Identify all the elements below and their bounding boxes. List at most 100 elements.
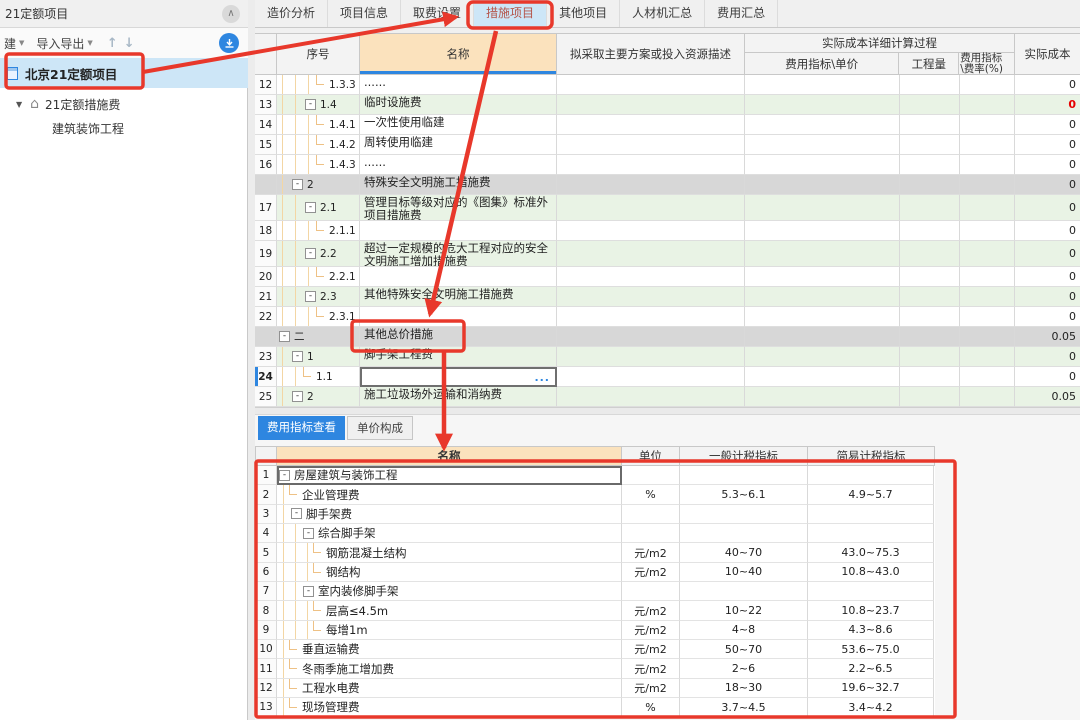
table-row[interactable]: 161.4.3......0 bbox=[255, 155, 1080, 175]
rate-cell[interactable] bbox=[960, 387, 1015, 407]
unit-cell[interactable] bbox=[622, 524, 680, 543]
actual-cost-cell[interactable]: 0 bbox=[1015, 135, 1080, 155]
collapse-toggle-icon[interactable]: - bbox=[292, 391, 303, 402]
table-row[interactable]: 23-1脚手架工程费0 bbox=[255, 347, 1080, 367]
name-cell[interactable]: -房屋建筑与装饰工程 bbox=[277, 466, 622, 485]
tab-measure-items[interactable]: 措施项目 bbox=[474, 0, 547, 27]
table-row[interactable]: 182.1.10 bbox=[255, 221, 1080, 241]
unit-price-cell[interactable] bbox=[745, 387, 900, 407]
name-cell[interactable]: ... bbox=[360, 367, 557, 387]
actual-cost-cell[interactable]: 0 bbox=[1015, 115, 1080, 135]
rate-cell[interactable] bbox=[960, 241, 1015, 267]
rate-cell[interactable] bbox=[960, 195, 1015, 221]
actual-cost-cell[interactable]: 0 bbox=[1015, 155, 1080, 175]
quantity-cell[interactable] bbox=[900, 307, 960, 327]
desc-cell[interactable] bbox=[557, 95, 745, 115]
general-tax-cell[interactable]: 3.7~4.5 bbox=[680, 698, 808, 717]
actual-cost-cell[interactable]: 0.05 bbox=[1015, 387, 1080, 407]
desc-cell[interactable] bbox=[557, 135, 745, 155]
desc-cell[interactable] bbox=[557, 175, 745, 195]
sidebar-item-measure-fee[interactable]: ▼ ⌂ 21定额措施费 bbox=[0, 92, 248, 116]
collapse-toggle-icon[interactable]: - bbox=[279, 470, 290, 481]
collapse-toggle-icon[interactable]: - bbox=[292, 179, 303, 190]
unit-cell[interactable]: 元/m2 bbox=[622, 563, 680, 582]
quantity-cell[interactable] bbox=[900, 387, 960, 407]
actual-cost-cell[interactable]: 0 bbox=[1015, 241, 1080, 267]
download-button[interactable] bbox=[219, 33, 239, 53]
quantity-cell[interactable] bbox=[900, 367, 960, 387]
quantity-cell[interactable] bbox=[900, 155, 960, 175]
quantity-cell[interactable] bbox=[900, 221, 960, 241]
actual-cost-cell[interactable]: 0 bbox=[1015, 175, 1080, 195]
table-row[interactable]: 17-2.1管理目标等级对应的《图集》标准外项目措施费0 bbox=[255, 195, 1080, 221]
general-tax-cell[interactable]: 2~6 bbox=[680, 659, 808, 678]
rate-cell[interactable] bbox=[960, 221, 1015, 241]
rate-cell[interactable] bbox=[960, 135, 1015, 155]
table-row[interactable]: 3-脚手架费 bbox=[256, 505, 935, 524]
collapse-toggle-icon[interactable]: - bbox=[292, 351, 303, 362]
name-cell[interactable]: -综合脚手架 bbox=[277, 524, 622, 543]
table-row[interactable]: 151.4.2周转使用临建0 bbox=[255, 135, 1080, 155]
desc-cell[interactable] bbox=[557, 241, 745, 267]
unit-price-cell[interactable] bbox=[745, 115, 900, 135]
name-cell[interactable]: 现场管理费 bbox=[277, 698, 622, 717]
triangle-down-icon[interactable]: ▼ bbox=[16, 100, 22, 109]
seq-cell[interactable]: 1.4.3 bbox=[277, 155, 360, 175]
unit-price-cell[interactable] bbox=[745, 307, 900, 327]
general-tax-cell[interactable] bbox=[680, 582, 808, 601]
unit-cell[interactable]: % bbox=[622, 485, 680, 504]
seq-cell[interactable]: 1.4.1 bbox=[277, 115, 360, 135]
seq-cell[interactable]: -2.2 bbox=[277, 241, 360, 267]
panel-splitter[interactable] bbox=[255, 407, 1080, 415]
actual-cost-cell[interactable]: 0 bbox=[1015, 195, 1080, 221]
table-row[interactable]: 13-1.4临时设施费0 bbox=[255, 95, 1080, 115]
table-row[interactable]: -二其他总价措施0.05 bbox=[255, 327, 1080, 347]
general-tax-cell[interactable] bbox=[680, 505, 808, 524]
desc-cell[interactable] bbox=[557, 115, 745, 135]
table-row[interactable]: 7-室内装修脚手架 bbox=[256, 582, 935, 601]
unit-cell[interactable]: 元/m2 bbox=[622, 640, 680, 659]
seq-cell[interactable]: -2 bbox=[277, 387, 360, 407]
unit-price-cell[interactable] bbox=[745, 135, 900, 155]
name-cell[interactable] bbox=[360, 221, 557, 241]
simple-tax-cell[interactable] bbox=[808, 582, 934, 601]
name-cell[interactable]: 每增1m bbox=[277, 621, 622, 640]
seq-cell[interactable]: -2.3 bbox=[277, 287, 360, 307]
seq-cell[interactable]: -1 bbox=[277, 347, 360, 367]
desc-cell[interactable] bbox=[557, 327, 745, 347]
collapse-toggle-icon[interactable]: - bbox=[305, 248, 316, 259]
collapse-toggle-icon[interactable]: - bbox=[291, 508, 302, 519]
unit-price-cell[interactable] bbox=[745, 367, 900, 387]
name-cell[interactable]: 特殊安全文明施工措施费 bbox=[360, 175, 557, 195]
unit-cell[interactable] bbox=[622, 466, 680, 485]
collapse-panel-button[interactable]: ∧ bbox=[222, 5, 240, 23]
new-button[interactable]: 建 ▼ bbox=[4, 35, 24, 52]
general-tax-cell[interactable]: 18~30 bbox=[680, 679, 808, 698]
name-cell[interactable]: 其他特殊安全文明施工措施费 bbox=[360, 287, 557, 307]
simple-tax-cell[interactable]: 2.2~6.5 bbox=[808, 659, 934, 678]
name-cell[interactable]: 冬雨季施工增加费 bbox=[277, 659, 622, 678]
actual-cost-cell[interactable]: 0 bbox=[1015, 307, 1080, 327]
name-cell[interactable]: 脚手架工程费 bbox=[360, 347, 557, 367]
simple-tax-cell[interactable]: 3.4~4.2 bbox=[808, 698, 934, 717]
import-export-button[interactable]: 导入导出 ▼ bbox=[36, 35, 92, 52]
unit-cell[interactable] bbox=[622, 505, 680, 524]
table-row[interactable]: 13现场管理费%3.7~4.53.4~4.2 bbox=[256, 698, 935, 717]
table-row[interactable]: 8层高≤4.5m元/m210~2210.8~23.7 bbox=[256, 601, 935, 620]
seq-cell[interactable]: -1.4 bbox=[277, 95, 360, 115]
unit-price-cell[interactable] bbox=[745, 75, 900, 95]
tab-fee-indicator-view[interactable]: 费用指标查看 bbox=[258, 416, 345, 440]
rate-cell[interactable] bbox=[960, 287, 1015, 307]
table-row[interactable]: 6钢结构元/m210~4010.8~43.0 bbox=[256, 563, 935, 582]
general-tax-cell[interactable]: 5.3~6.1 bbox=[680, 485, 808, 504]
actual-cost-cell[interactable]: 0 bbox=[1015, 75, 1080, 95]
unit-cell[interactable]: 元/m2 bbox=[622, 601, 680, 620]
general-tax-cell[interactable]: 10~22 bbox=[680, 601, 808, 620]
quantity-cell[interactable] bbox=[900, 115, 960, 135]
general-tax-cell[interactable]: 4~8 bbox=[680, 621, 808, 640]
sidebar-item-project-selected[interactable]: 北京21定额项目 bbox=[0, 58, 248, 88]
actual-cost-cell[interactable]: 0 bbox=[1015, 287, 1080, 307]
unit-price-cell[interactable] bbox=[745, 195, 900, 221]
actual-cost-cell[interactable]: 0 bbox=[1015, 267, 1080, 287]
desc-cell[interactable] bbox=[557, 387, 745, 407]
